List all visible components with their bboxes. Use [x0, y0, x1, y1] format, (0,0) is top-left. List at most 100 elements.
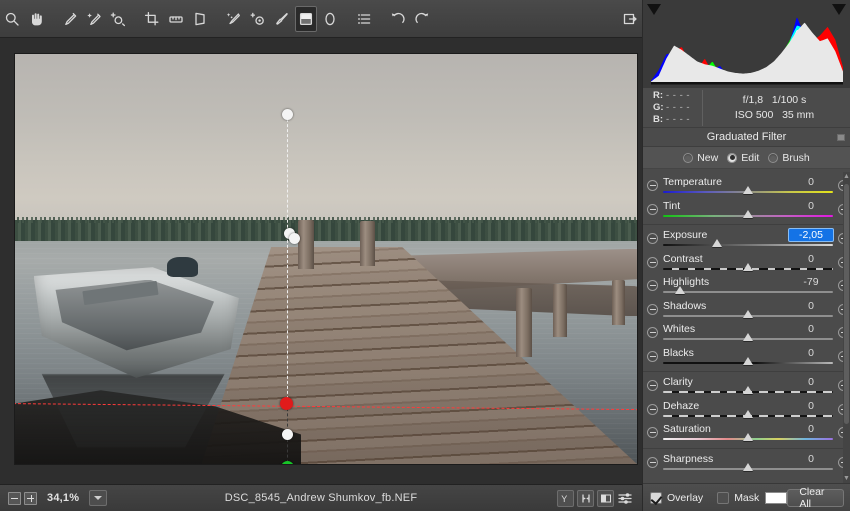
photo-frame[interactable]	[14, 53, 638, 465]
slider-row-highlights[interactable]: Highlights -79	[643, 275, 850, 299]
slider-value-shadows[interactable]: 0	[789, 300, 833, 312]
scroll-down-arrow[interactable]: ▼	[843, 474, 850, 483]
slider-decrement-whites[interactable]	[647, 327, 658, 338]
slider-row-exposure[interactable]: Exposure -2,05	[643, 228, 850, 252]
panel-menu-icon[interactable]	[837, 134, 845, 141]
straighten-tool-icon[interactable]	[165, 6, 187, 32]
slider-thumb-exposure[interactable]	[712, 239, 723, 247]
slider-row-dehaze[interactable]: Dehaze 0	[643, 399, 850, 423]
before-after-left-right-icon[interactable]	[577, 489, 594, 507]
slider-decrement-exposure[interactable]	[647, 233, 658, 244]
status-bar: 34,1% DSC_8545_Andrew Shumkov_fb.NEF Y	[0, 484, 642, 511]
slider-value-tint[interactable]: 0	[789, 200, 833, 212]
slider-value-whites[interactable]: 0	[789, 323, 833, 335]
white-balance-eyedropper-icon[interactable]	[59, 6, 81, 32]
slider-track-highlights[interactable]	[663, 291, 833, 293]
slider-row-whites[interactable]: Whites 0	[643, 322, 850, 346]
mask-color-swatch[interactable]	[765, 491, 788, 504]
graduated-filter-mid-handle-b[interactable]	[289, 233, 300, 244]
red-eye-removal-icon[interactable]	[247, 6, 269, 32]
slider-value-exposure[interactable]: -2,05	[789, 229, 833, 241]
panel-scrollbar[interactable]: ▲ ▼	[843, 172, 850, 483]
slider-track-exposure[interactable]	[663, 244, 833, 246]
color-sampler-eyedropper-icon[interactable]	[83, 6, 105, 32]
slider-thumb-temperature[interactable]	[743, 186, 753, 194]
graduated-filter-lower-handle[interactable]	[282, 429, 293, 440]
slider-thumb-sharpness[interactable]	[743, 462, 753, 471]
slider-decrement-temperature[interactable]	[647, 180, 658, 191]
histogram-panel[interactable]	[643, 0, 850, 88]
slider-decrement-highlights[interactable]	[647, 280, 658, 291]
slider-decrement-contrast[interactable]	[647, 257, 658, 268]
slider-decrement-blacks[interactable]	[647, 351, 658, 362]
transform-tool-icon[interactable]	[189, 6, 211, 32]
slider-thumb-contrast[interactable]	[743, 262, 753, 271]
image-canvas[interactable]	[0, 38, 642, 484]
overlay-checkbox[interactable]: Overlay	[650, 491, 703, 504]
slider-value-temperature[interactable]: 0	[789, 176, 833, 188]
slider-row-contrast[interactable]: Contrast 0	[643, 252, 850, 276]
slider-decrement-saturation[interactable]	[647, 427, 658, 438]
zoom-level-value: 34,1%	[47, 492, 80, 504]
panel-title-bar[interactable]: Graduated Filter	[643, 128, 850, 147]
zoom-level-dropdown[interactable]	[89, 490, 108, 506]
zoom-in-button[interactable]	[24, 491, 37, 505]
slider-value-sharpness[interactable]: 0	[789, 453, 833, 465]
slider-thumb-clarity[interactable]	[743, 386, 753, 394]
slider-thumb-blacks[interactable]	[743, 356, 753, 365]
slider-row-sharpness[interactable]: Sharpness 0	[643, 452, 850, 476]
slider-row-tint[interactable]: Tint 0	[643, 199, 850, 223]
scroll-up-arrow[interactable]: ▲	[843, 172, 850, 181]
exif-iso-focal: ISO 500 35 mm	[734, 108, 815, 121]
clear-all-button[interactable]: Clear All	[787, 486, 844, 510]
graduated-filter-top-handle[interactable]	[282, 109, 293, 120]
slider-decrement-dehaze[interactable]	[647, 404, 658, 415]
graduated-filter-center-pin[interactable]	[280, 397, 293, 410]
targeted-adjustment-icon[interactable]	[107, 6, 129, 32]
before-after-split-icon[interactable]	[597, 489, 614, 507]
undo-icon[interactable]	[387, 6, 409, 32]
slider-thumb-saturation[interactable]	[743, 433, 753, 441]
slider-row-shadows[interactable]: Shadows 0	[643, 299, 850, 323]
spot-removal-icon[interactable]	[223, 6, 245, 32]
mode-radio-brush[interactable]: Brush	[768, 152, 810, 164]
presets-list-icon[interactable]	[353, 6, 375, 32]
hand-tool-icon[interactable]	[25, 6, 47, 32]
slider-decrement-clarity[interactable]	[647, 380, 658, 391]
slider-decrement-shadows[interactable]	[647, 304, 658, 315]
crop-tool-icon[interactable]	[141, 6, 163, 32]
graduated-filter-icon[interactable]	[295, 5, 317, 32]
slider-value-clarity[interactable]: 0	[789, 376, 833, 388]
mode-radio-edit[interactable]: Edit	[727, 152, 759, 164]
slider-decrement-tint[interactable]	[647, 204, 658, 215]
redo-icon[interactable]	[411, 6, 433, 32]
slider-value-saturation[interactable]: 0	[789, 423, 833, 435]
slider-value-contrast[interactable]: 0	[789, 253, 833, 265]
slider-thumb-shadows[interactable]	[743, 309, 753, 318]
slider-thumb-dehaze[interactable]	[743, 409, 753, 418]
zoom-out-button[interactable]	[8, 491, 21, 505]
open-preferences-panel-icon[interactable]	[619, 6, 641, 32]
slider-row-blacks[interactable]: Blacks 0	[643, 346, 850, 370]
zoom-tool-icon[interactable]	[1, 6, 23, 32]
scrollbar-thumb[interactable]	[844, 184, 849, 424]
slider-row-clarity[interactable]: Clarity 0	[643, 375, 850, 399]
slider-row-temperature[interactable]: Temperature 0	[643, 175, 850, 199]
slider-decrement-sharpness[interactable]	[647, 457, 658, 468]
chevron-down-icon	[94, 495, 103, 500]
before-after-toggle-icon[interactable]: Y	[557, 489, 574, 507]
slider-label-temperature: Temperature	[663, 176, 722, 188]
slider-value-dehaze[interactable]: 0	[789, 400, 833, 412]
slider-value-blacks[interactable]: 0	[789, 347, 833, 359]
preferences-sliders-icon[interactable]	[617, 490, 634, 507]
radial-filter-icon[interactable]	[319, 6, 341, 32]
mask-checkbox[interactable]: Mask	[717, 491, 759, 504]
mode-radio-new[interactable]: New	[683, 152, 718, 164]
slider-thumb-tint[interactable]	[743, 209, 753, 218]
adjustment-brush-icon[interactable]	[271, 6, 293, 32]
slider-list[interactable]: Temperature 0 Tint 0 Exposure -2,05 Contrast 0 H…	[643, 172, 850, 483]
slider-thumb-highlights[interactable]	[675, 286, 685, 294]
slider-thumb-whites[interactable]	[743, 333, 753, 341]
slider-row-saturation[interactable]: Saturation 0	[643, 422, 850, 446]
slider-value-highlights[interactable]: -79	[789, 276, 833, 288]
